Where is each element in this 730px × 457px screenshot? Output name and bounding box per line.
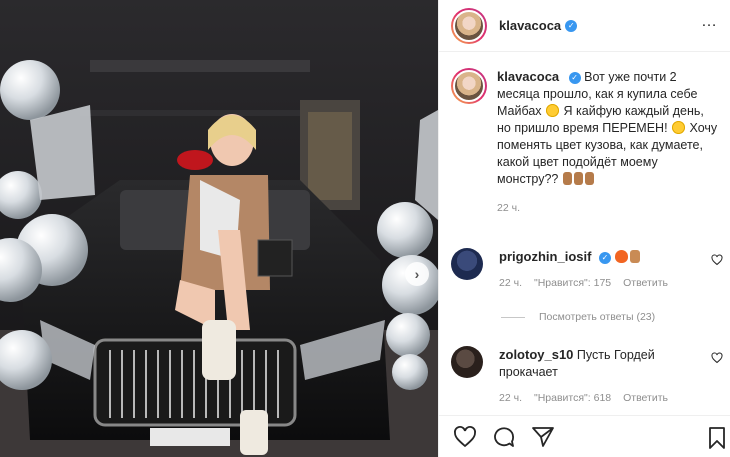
point-down-emoji-icon bbox=[584, 172, 594, 185]
comment-item: zolotoy_s10 Пусть Гордей прокачает 22 ч.… bbox=[451, 346, 723, 404]
verified-badge-icon: ✓ bbox=[598, 251, 611, 264]
post-caption: klavacoca ✓ Вот уже почти 2 месяца прошл… bbox=[439, 52, 730, 217]
instagram-post: › klavacoca ✓ … klavacoca ✓ Вот уже почт… bbox=[0, 0, 730, 457]
verified-badge-icon: ✓ bbox=[568, 71, 581, 84]
reply-button[interactable]: Ответить bbox=[623, 277, 668, 289]
comment-meta: 22 ч. "Нравится": 618 Ответить bbox=[499, 392, 699, 404]
heart-icon[interactable] bbox=[711, 254, 723, 266]
post-sidebar: klavacoca ✓ … klavacoca ✓ Вот уже почти … bbox=[438, 0, 730, 457]
post-header: klavacoca ✓ … bbox=[439, 0, 730, 52]
photo-illustration bbox=[0, 0, 438, 457]
post-photo[interactable]: › bbox=[0, 0, 438, 457]
heart-icon[interactable] bbox=[453, 425, 477, 449]
next-photo-button[interactable]: › bbox=[405, 262, 429, 286]
view-replies-label: Посмотреть ответы (23) bbox=[539, 311, 656, 323]
point-down-emoji-icon bbox=[562, 172, 572, 185]
thumbs-up-emoji-icon bbox=[630, 250, 641, 263]
bookmark-icon[interactable] bbox=[705, 426, 729, 450]
heart-eyes-emoji-icon bbox=[546, 104, 560, 117]
point-down-emoji-icon bbox=[573, 172, 583, 185]
comment-username[interactable]: prigozhin_iosif bbox=[499, 249, 591, 264]
caption-avatar[interactable] bbox=[451, 68, 487, 104]
commenter-avatar[interactable] bbox=[451, 248, 483, 280]
share-icon[interactable] bbox=[531, 425, 555, 449]
comment-icon[interactable] bbox=[492, 425, 516, 449]
caption-body: klavacoca ✓ Вот уже почти 2 месяца прошл… bbox=[497, 68, 718, 217]
comment-meta: 22 ч. "Нравится": 175 Ответить bbox=[499, 277, 699, 289]
comment-likes[interactable]: "Нравится": 175 bbox=[534, 277, 611, 289]
smirk-emoji-icon bbox=[672, 121, 686, 134]
heart-icon[interactable] bbox=[711, 352, 723, 364]
comment-likes[interactable]: "Нравится": 618 bbox=[534, 392, 611, 404]
commenter-avatar[interactable] bbox=[451, 346, 483, 378]
comment-text: zolotoy_s10 Пусть Гордей прокачает bbox=[499, 346, 699, 381]
more-options-icon[interactable]: … bbox=[701, 13, 718, 31]
post-action-bar bbox=[439, 415, 730, 457]
comment-item: prigozhin_iosif ✓ 22 ч. "Нравится": 175 … bbox=[451, 248, 723, 289]
comment-username[interactable]: zolotoy_s10 bbox=[499, 347, 573, 362]
view-replies-button[interactable]: Посмотреть ответы (23) bbox=[501, 311, 655, 323]
author-avatar[interactable] bbox=[451, 7, 487, 44]
caption-timestamp[interactable]: 22 ч. bbox=[497, 200, 718, 217]
verified-badge-icon: ✓ bbox=[565, 19, 578, 32]
caption-username[interactable]: klavacoca bbox=[497, 69, 559, 84]
comment-timestamp[interactable]: 22 ч. bbox=[499, 392, 522, 404]
chevron-right-icon: › bbox=[414, 266, 420, 282]
fire-emoji-icon bbox=[615, 250, 629, 263]
reply-button[interactable]: Ответить bbox=[623, 392, 668, 404]
author-username[interactable]: klavacoca bbox=[499, 18, 561, 33]
comment-timestamp[interactable]: 22 ч. bbox=[499, 277, 522, 289]
replies-divider bbox=[501, 316, 525, 318]
comment-text: prigozhin_iosif ✓ bbox=[499, 248, 699, 266]
